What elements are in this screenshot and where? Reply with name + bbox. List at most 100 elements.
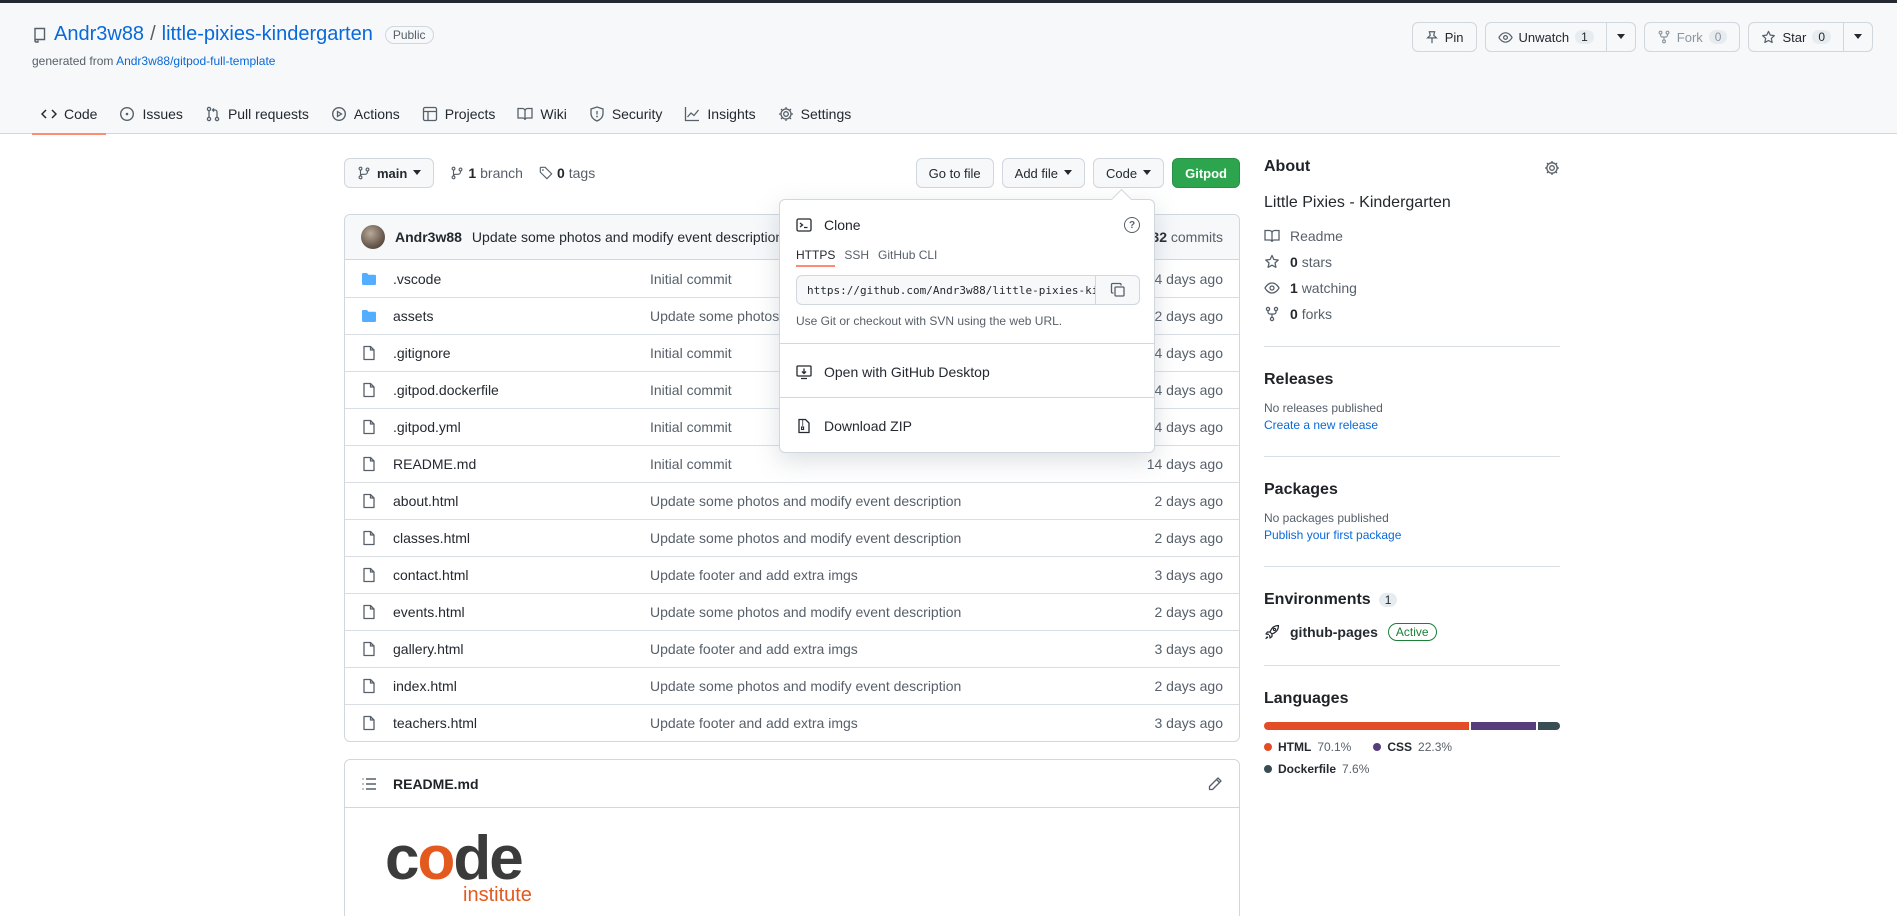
file-name-link[interactable]: contact.html [393,567,650,583]
tab-actions[interactable]: Actions [322,94,409,134]
open-desktop-label: Open with GitHub Desktop [824,364,990,380]
file-commit-message[interactable]: Update some photos and modify event desc… [650,604,1129,620]
commit-message[interactable]: Update some photos and modify event desc… [472,229,783,245]
file-commit-message[interactable]: Update footer and add extra imgs [650,715,1129,731]
eye-icon [1497,30,1513,45]
file-name-link[interactable]: events.html [393,604,650,620]
star-dropdown-button[interactable] [1844,22,1873,52]
table-row[interactable]: index.html Update some photos and modify … [345,667,1239,704]
copy-button[interactable] [1096,275,1140,305]
file-name-link[interactable]: about.html [393,493,650,509]
gear-icon[interactable] [1544,160,1560,176]
environments-header: Environments 1 [1264,591,1560,609]
tab-code[interactable]: Code [32,94,107,135]
table-row[interactable]: teachers.html Update footer and add extra… [345,704,1239,741]
pin-button[interactable]: Pin [1411,22,1477,52]
file-name-link[interactable]: index.html [393,678,650,694]
branch-name: main [377,165,408,181]
divider [1264,456,1560,457]
file-age: 2 days ago [1154,678,1224,694]
tab-issues[interactable]: Issues [110,94,191,134]
branches-link[interactable]: 1 branch [450,165,523,181]
language-item[interactable]: HTML 70.1% [1264,740,1351,754]
file-commit-message[interactable]: Update some photos and modify event desc… [650,493,1129,509]
clone-hint: Use Git or checkout with SVN using the w… [796,314,1063,328]
packages-title[interactable]: Packages [1264,481,1560,499]
repo-name-link[interactable]: little-pixies-kindergarten [162,23,373,46]
code-button[interactable]: Code [1093,158,1165,188]
releases-title[interactable]: Releases [1264,371,1560,389]
language-item[interactable]: CSS 22.3% [1373,740,1452,754]
clone-tab-ssh[interactable]: SSH [844,248,869,267]
file-name-link[interactable]: README.md [393,456,650,472]
file-commit-message[interactable]: Update some photos and modify event desc… [650,530,1129,546]
language-dot [1264,765,1272,773]
table-row[interactable]: about.html Update some photos and modify … [345,482,1239,519]
forks-link[interactable]: 0 forks [1264,306,1560,322]
commit-author[interactable]: Andr3w88 [395,229,462,245]
file-commit-message[interactable]: Update footer and add extra imgs [650,641,1129,657]
table-row[interactable]: classes.html Update some photos and modif… [345,519,1239,556]
tab-security[interactable]: Security [580,94,672,134]
download-zip-item[interactable]: Download ZIP [796,418,912,434]
environment-link[interactable]: github-pages [1290,624,1378,640]
tags-link[interactable]: 0 tags [539,165,595,181]
list-icon[interactable] [361,776,377,792]
language-segment [1470,722,1536,730]
pencil-icon[interactable] [1207,776,1223,792]
tab-insights[interactable]: Insights [675,94,764,134]
file-name-link[interactable]: .gitpod.yml [393,419,650,435]
file-name-link[interactable]: classes.html [393,530,650,546]
file-name-link[interactable]: .vscode [393,271,650,287]
table-row[interactable]: contact.html Update footer and add extra … [345,556,1239,593]
clone-tab-cli[interactable]: GitHub CLI [878,248,937,267]
stars-num: 0 [1290,254,1298,270]
add-file-button[interactable]: Add file [1001,158,1086,188]
file-name-link[interactable]: .gitpod.dockerfile [393,382,650,398]
about-meta: Readme 0 stars 1 watching 0 forks [1264,228,1560,322]
file-icon [361,456,377,472]
repo-owner-link[interactable]: Andr3w88 [54,23,144,46]
watching-link[interactable]: 1 watching [1264,280,1560,296]
star-button[interactable]: Star 0 [1748,22,1844,52]
file-name-link[interactable]: .gitignore [393,345,650,361]
table-row[interactable]: gallery.html Update footer and add extra … [345,630,1239,667]
tab-projects[interactable]: Projects [413,94,505,134]
branch-select-button[interactable]: main [344,158,435,188]
file-name-link[interactable]: gallery.html [393,641,650,657]
file-commit-message[interactable]: Initial commit [650,456,1129,472]
languages-section: Languages HTML 70.1% CSS 22.3% Dockerfile 7.6… [1264,690,1560,776]
avatar[interactable] [361,225,385,249]
watch-dropdown-button[interactable] [1606,22,1636,52]
language-percent: 7.6% [1342,762,1370,776]
tab-settings[interactable]: Settings [769,94,861,134]
environments-title[interactable]: Environments [1264,591,1371,609]
open-desktop-item[interactable]: Open with GitHub Desktop [796,364,990,380]
file-name-link[interactable]: assets [393,308,650,324]
language-item[interactable]: Dockerfile 7.6% [1264,762,1369,776]
tab-label: Wiki [540,106,567,122]
stars-link[interactable]: 0 stars [1264,254,1560,270]
clone-url-input[interactable]: https://github.com/Andr3w88/little-pixie… [796,275,1096,305]
create-release-link[interactable]: Create a new release [1264,418,1560,432]
clone-dropdown: Clone ? HTTPS SSH GitHub CLI https://git… [779,199,1155,453]
help-icon[interactable]: ? [1124,217,1140,233]
gitpod-button[interactable]: Gitpod [1172,158,1240,188]
readme-link[interactable]: Readme [1264,228,1560,244]
go-to-file-button[interactable]: Go to file [915,158,994,188]
watch-counter: 1 [1575,30,1594,44]
eye-icon [1264,280,1280,296]
fork-button[interactable]: Fork 0 [1643,22,1741,52]
logo-letters-de: de [453,824,523,893]
tab-wiki[interactable]: Wiki [508,94,575,134]
tab-pull-requests[interactable]: Pull requests [196,94,318,134]
file-commit-message[interactable]: Update some photos and modify event desc… [650,678,1129,694]
table-row[interactable]: events.html Update some photos and modify… [345,593,1239,630]
clone-tab-https[interactable]: HTTPS [796,248,836,267]
file-commit-message[interactable]: Update footer and add extra imgs [650,567,1129,583]
publish-package-link[interactable]: Publish your first package [1264,528,1560,542]
file-name-link[interactable]: teachers.html [393,715,650,731]
unwatch-button[interactable]: Unwatch 1 [1484,22,1607,52]
template-link[interactable]: Andr3w88/gitpod-full-template [116,54,275,68]
logo-letter-c: c [385,824,420,893]
